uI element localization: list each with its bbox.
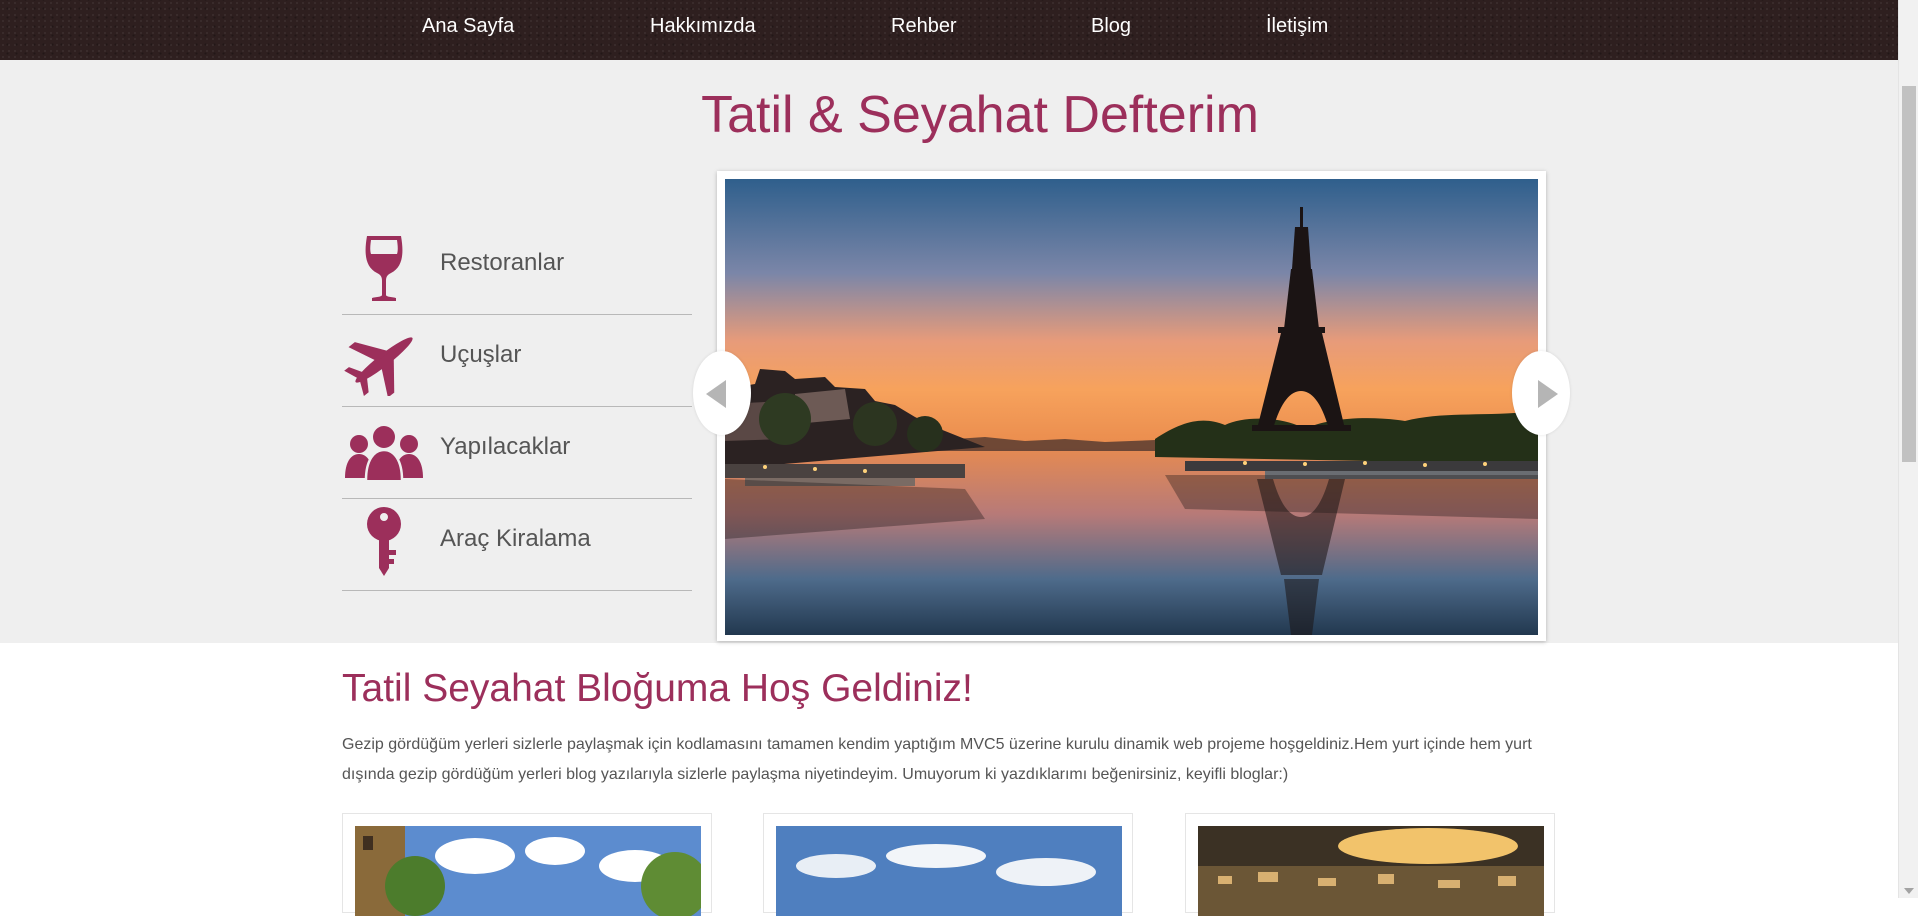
menu-item-restoranlar[interactable]: Restoranlar <box>342 223 692 315</box>
slider-next-button[interactable] <box>1512 351 1570 435</box>
blog-card[interactable] <box>763 813 1133 916</box>
slider-prev-button[interactable] <box>693 351 751 435</box>
menu-item-yapilacaklar[interactable]: Yapılacaklar <box>342 407 692 499</box>
menu-label-yapilacaklar: Yapılacaklar <box>440 433 571 460</box>
people-icon <box>342 413 426 491</box>
chevron-left-icon <box>706 380 726 408</box>
top-navigation: Ana Sayfa Hakkımızda Rehber Blog İletişi… <box>0 0 1898 60</box>
wine-glass-icon <box>342 229 426 307</box>
nav-link-blog[interactable]: Blog <box>1091 15 1131 38</box>
menu-label-restoranlar: Restoranlar <box>440 249 565 276</box>
category-menu: Restoranlar Uçuşlar Yapılacaklar Araç Ki… <box>342 223 692 591</box>
image-slider <box>693 171 1570 641</box>
blog-card-image <box>776 826 1122 916</box>
page-scrollbar[interactable] <box>1898 0 1918 898</box>
welcome-title: Tatil Seyahat Bloğuma Hoş Geldiniz! <box>342 667 973 710</box>
nav-link-ana-sayfa[interactable]: Ana Sayfa <box>422 15 514 38</box>
site-title: Tatil & Seyahat Defterim <box>701 86 1259 144</box>
menu-label-arac-kiralama: Araç Kiralama <box>440 525 591 552</box>
airplane-icon <box>342 321 426 399</box>
blog-card[interactable] <box>1185 813 1555 916</box>
nav-link-iletisim[interactable]: İletişim <box>1266 15 1328 38</box>
blog-card[interactable] <box>342 813 712 916</box>
nav-link-rehber[interactable]: Rehber <box>891 15 957 38</box>
slide-image <box>725 179 1538 635</box>
key-icon <box>342 505 426 583</box>
scrollbar-thumb[interactable] <box>1902 86 1916 462</box>
chevron-right-icon <box>1538 380 1558 408</box>
scroll-down-icon[interactable] <box>1904 888 1914 894</box>
menu-item-ucuslar[interactable]: Uçuşlar <box>342 315 692 407</box>
menu-item-arac-kiralama[interactable]: Araç Kiralama <box>342 499 692 591</box>
blog-card-image <box>355 826 701 916</box>
menu-label-ucuslar: Uçuşlar <box>440 341 522 368</box>
nav-link-hakkimizda[interactable]: Hakkımızda <box>650 15 756 38</box>
blog-card-image <box>1198 826 1544 916</box>
welcome-text: Gezip gördüğüm yerleri sizlerle paylaşma… <box>342 736 1532 783</box>
